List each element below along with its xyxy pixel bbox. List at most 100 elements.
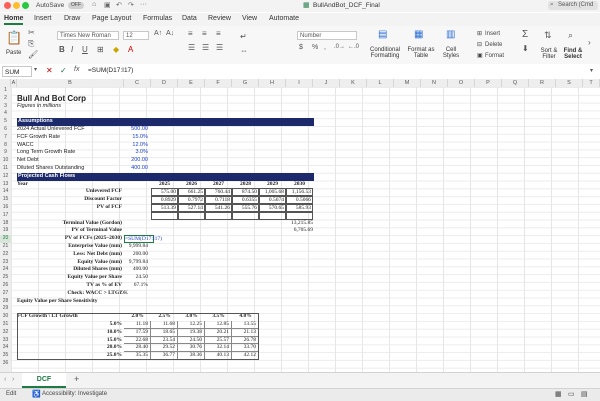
- sensitivity-value[interactable]: 12.85: [205, 321, 232, 329]
- tab-formulas[interactable]: Formulas: [143, 15, 172, 22]
- save-icon[interactable]: ▣: [104, 1, 111, 9]
- tab-review[interactable]: Review: [208, 15, 231, 22]
- year-header[interactable]: 2030: [286, 181, 313, 189]
- ribbon-more-icon[interactable]: ›: [588, 38, 591, 47]
- assumption-label[interactable]: WACC: [17, 142, 34, 150]
- paste-icon[interactable]: 📋: [6, 30, 22, 46]
- normal-view-icon[interactable]: ▦: [555, 390, 562, 398]
- sensitivity-corner-label[interactable]: FCF Growth \ LT Growth: [17, 313, 78, 321]
- tv-pct-of-ev-label[interactable]: TV as % of EV: [17, 282, 122, 290]
- unlevered-fcf-value[interactable]: 1,005.68: [259, 188, 286, 197]
- check-wacc-value[interactable]: OK: [120, 290, 128, 298]
- row-header[interactable]: 27: [0, 290, 11, 298]
- row-header[interactable]: 22: [0, 251, 11, 259]
- sensitivity-row-header[interactable]: 5.0%: [17, 321, 122, 329]
- sensitivity-value[interactable]: 40.13: [205, 352, 232, 360]
- expand-formula-icon[interactable]: ▾: [590, 67, 593, 74]
- pv-fcf-value[interactable]: 555.76: [232, 204, 259, 212]
- merge-center-icon[interactable]: ⇔: [240, 46, 248, 55]
- sensitivity-value[interactable]: 24.50: [178, 336, 205, 345]
- sensitivity-value[interactable]: 42.12: [232, 352, 259, 360]
- sensitivity-value[interactable]: 17.59: [124, 328, 151, 337]
- more-icon[interactable]: ···: [140, 1, 147, 8]
- row-header[interactable]: 29: [0, 305, 11, 313]
- prev-sheet-icon[interactable]: ‹: [4, 376, 6, 383]
- unlevered-fcf-value[interactable]: 760.44: [205, 188, 232, 197]
- close-window-icon[interactable]: [4, 2, 11, 9]
- wrap-text-icon[interactable]: ↵: [240, 32, 247, 41]
- enterprise-value-value[interactable]: 9,999.84: [124, 243, 148, 251]
- year-header[interactable]: 2029: [259, 181, 286, 189]
- assumption-value[interactable]: 500.00: [124, 126, 148, 134]
- underline-icon[interactable]: U: [82, 45, 88, 54]
- column-header-s[interactable]: S: [556, 79, 583, 87]
- decrease-font-icon[interactable]: A↓: [166, 30, 174, 37]
- worksheet-grid[interactable]: Bull And Bot Corp Figures in millions Assu…: [11, 87, 600, 372]
- percent-icon[interactable]: %: [312, 44, 318, 51]
- font-color-icon[interactable]: A: [128, 45, 133, 54]
- column-header-p[interactable]: P: [475, 79, 502, 87]
- name-box[interactable]: SUM: [2, 66, 32, 77]
- column-header-n[interactable]: N: [421, 79, 448, 87]
- sensitivity-row-header[interactable]: 25.0%: [17, 352, 122, 360]
- discount-factor-label[interactable]: Discount Factor: [17, 196, 122, 204]
- check-wacc-label[interactable]: Check: WACC > LTG?: [17, 290, 122, 298]
- comma-style-icon[interactable]: ,: [324, 44, 326, 51]
- bold-icon[interactable]: B: [59, 45, 65, 54]
- row-header[interactable]: 6: [0, 126, 11, 134]
- page-layout-view-icon[interactable]: ▭: [568, 390, 575, 398]
- empty-cell[interactable]: [205, 211, 232, 220]
- row-header[interactable]: 13: [0, 181, 11, 189]
- undo-icon[interactable]: ↶: [116, 1, 122, 9]
- tab-data[interactable]: Data: [182, 15, 197, 22]
- column-header-h[interactable]: H: [259, 79, 286, 87]
- number-format-select[interactable]: Number: [297, 31, 357, 40]
- row-header[interactable]: 10: [0, 157, 11, 165]
- search-box[interactable]: ⌕ Search (Cmd: [548, 1, 598, 10]
- align-bottom-icon[interactable]: ≡: [216, 29, 221, 38]
- empty-cell[interactable]: [178, 211, 205, 220]
- row-header[interactable]: 31: [0, 321, 11, 329]
- row-header[interactable]: 3: [0, 103, 11, 111]
- find-select-icon[interactable]: ⌕: [568, 30, 573, 41]
- column-header-r[interactable]: R: [529, 79, 556, 87]
- row-header[interactable]: 33: [0, 337, 11, 345]
- assumption-value[interactable]: 400.00: [124, 165, 148, 173]
- year-header[interactable]: 2025: [151, 181, 178, 189]
- net-debt-value[interactable]: 200.00: [124, 251, 148, 259]
- select-all-corner[interactable]: [0, 79, 11, 87]
- row-header[interactable]: 16: [0, 204, 11, 212]
- row-header[interactable]: 18: [0, 220, 11, 228]
- sensitivity-value[interactable]: 21.13: [232, 328, 259, 337]
- cell-styles-icon[interactable]: ▥: [446, 29, 455, 40]
- sensitivity-value[interactable]: 26.78: [232, 336, 259, 345]
- pv-fcf-value[interactable]: 585.93: [286, 204, 313, 212]
- fill-color-icon[interactable]: ◆: [113, 45, 119, 54]
- sensitivity-value[interactable]: 35.35: [124, 352, 151, 360]
- row-header[interactable]: 11: [0, 165, 11, 173]
- row-header[interactable]: 17: [0, 212, 11, 220]
- name-box-dropdown-icon[interactable]: ▾: [34, 66, 37, 73]
- sensitivity-value[interactable]: 32.14: [205, 344, 232, 353]
- sensitivity-value[interactable]: 13.55: [232, 321, 259, 329]
- column-header-f[interactable]: F: [205, 79, 232, 87]
- insert-cells-icon[interactable]: ⊞: [477, 30, 482, 37]
- sensitivity-value[interactable]: 33.70: [232, 344, 259, 353]
- year-label[interactable]: Year: [17, 181, 28, 189]
- align-center-icon[interactable]: ☰: [202, 43, 209, 52]
- column-header-l[interactable]: L: [367, 79, 394, 87]
- column-header-q[interactable]: Q: [502, 79, 529, 87]
- unlevered-fcf-label[interactable]: Unlevered FCF: [17, 188, 122, 196]
- sensitivity-row-header[interactable]: 20.0%: [17, 344, 122, 352]
- align-left-icon[interactable]: ☰: [188, 43, 195, 52]
- row-header[interactable]: 35: [0, 352, 11, 360]
- column-header-d[interactable]: D: [151, 79, 178, 87]
- autosum-icon[interactable]: Σ: [522, 29, 528, 40]
- pv-fcf-value[interactable]: 527.14: [178, 204, 205, 212]
- tab-page-layout[interactable]: Page Layout: [92, 15, 131, 22]
- redo-icon[interactable]: ↷: [128, 1, 134, 9]
- row-header[interactable]: 28: [0, 298, 11, 306]
- row-header[interactable]: 4: [0, 110, 11, 118]
- sensitivity-value[interactable]: 29.52: [151, 344, 178, 353]
- add-sheet-icon[interactable]: +: [74, 374, 79, 384]
